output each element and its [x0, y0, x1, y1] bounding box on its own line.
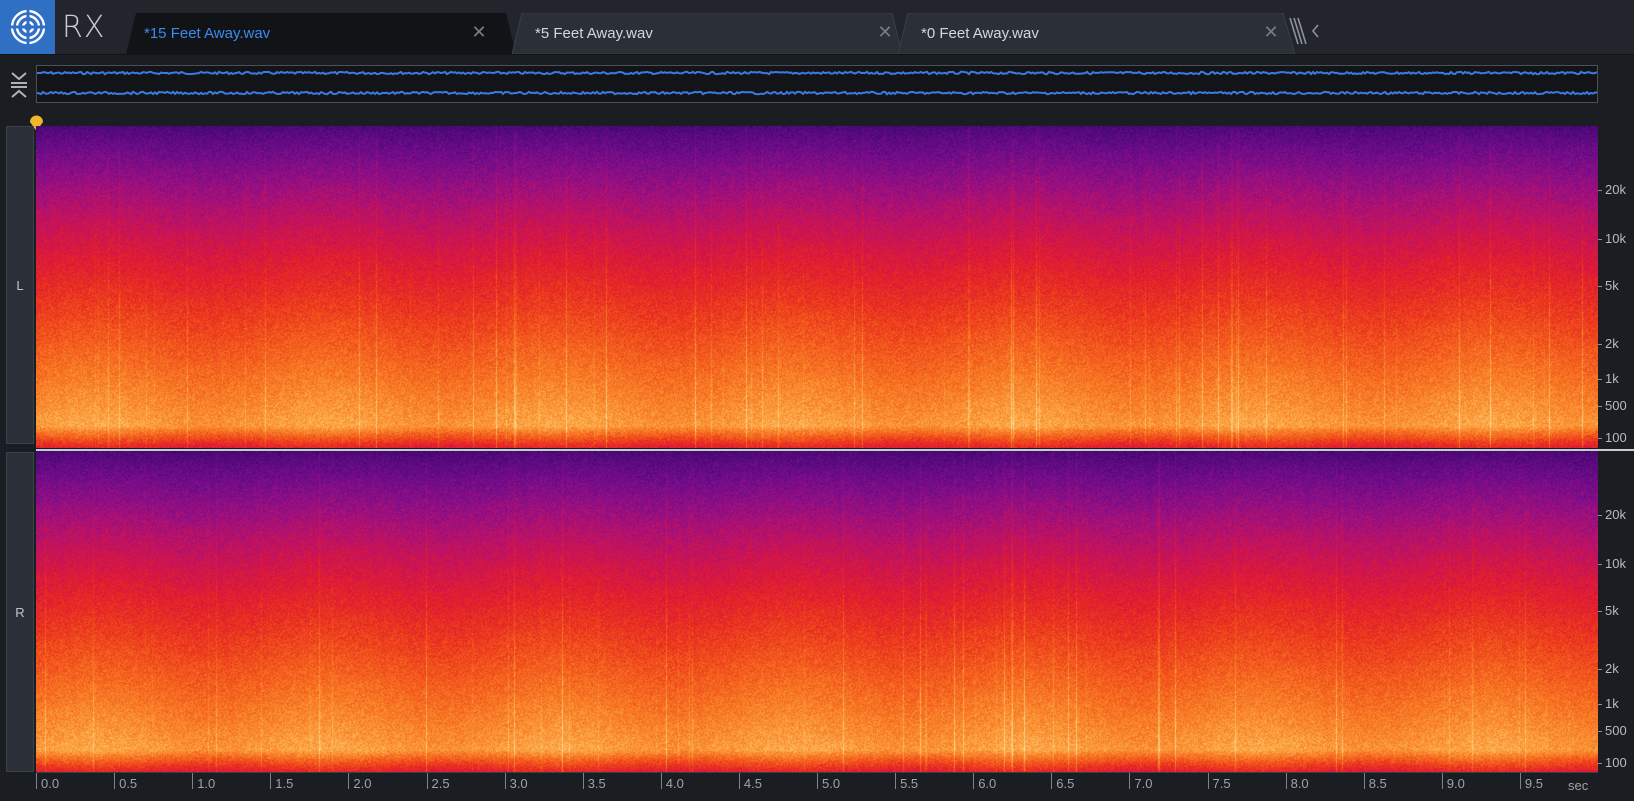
frequency-tick-mark: [1598, 379, 1602, 380]
tab-0-feet-away[interactable]: *0 Feet Away.wav ✕: [898, 13, 1298, 54]
time-tick-label: 1.0: [192, 773, 215, 791]
time-tick-label: 2.0: [348, 773, 371, 791]
frequency-tick-mark: [1598, 611, 1602, 612]
time-tick-label: 2.5: [426, 773, 450, 791]
app-name: RX: [62, 10, 106, 45]
frequency-tick-label: 500: [1605, 398, 1627, 413]
close-icon[interactable]: ✕: [1260, 21, 1282, 43]
time-tick-label: 4.0: [660, 773, 684, 791]
frequency-tick-mark: [1598, 406, 1602, 407]
frequency-tick-mark: [1598, 344, 1602, 345]
frequency-tick-label: 1k: [1605, 696, 1619, 711]
spectrogram-canvas: [36, 451, 1598, 772]
time-tick-label: 5.5: [895, 773, 918, 791]
time-tick-label: 9.0: [1441, 773, 1465, 791]
frequency-tick-mark: [1598, 763, 1602, 764]
frequency-tick-mark: [1598, 286, 1602, 287]
frequency-tick-mark: [1598, 190, 1602, 191]
tab-label: *15 Feet Away.wav: [144, 25, 271, 42]
collapse-overview-icon[interactable]: [8, 68, 30, 102]
frequency-tick-label: 20k: [1605, 507, 1626, 522]
frequency-tick-label: 10k: [1605, 556, 1626, 571]
frequency-tick-mark: [1598, 669, 1602, 670]
time-tick-label: 7.5: [1207, 773, 1231, 791]
frequency-tick-mark: [1598, 438, 1602, 439]
tab-5-feet-away[interactable]: *5 Feet Away.wav ✕: [512, 13, 902, 54]
frequency-tick-label: 20k: [1605, 182, 1626, 197]
tab-15-feet-away[interactable]: *15 Feet Away.wav ✕: [126, 13, 516, 54]
time-ruler[interactable]: 0.0 0.5 1.0 1.5 2.0 2.5 3.0 3.5 4.0 4.5 5.0 5.5 6.0 6…: [36, 772, 1598, 801]
frequency-tick-mark: [1598, 239, 1602, 240]
frequency-tick-label: 5k: [1605, 603, 1619, 618]
tab-label: *5 Feet Away.wav: [535, 25, 653, 42]
close-icon[interactable]: ✕: [468, 21, 490, 43]
frequency-tick-mark: [1598, 564, 1602, 565]
time-tick-label: 5.0: [817, 773, 840, 791]
channel-right-button[interactable]: R: [6, 452, 34, 772]
frequency-tick-label: 2k: [1605, 661, 1619, 676]
time-tick-label: 6.0: [973, 773, 996, 791]
time-tick-label: 3.0: [504, 773, 528, 791]
time-tick-label: 7.0: [1129, 773, 1152, 791]
frequency-tick-label: 100: [1605, 755, 1627, 770]
frequency-tick-mark: [1598, 731, 1602, 732]
time-tick-label: 1.5: [270, 773, 293, 791]
frequency-tick-label: 2k: [1605, 336, 1619, 351]
tab-label: *0 Feet Away.wav: [921, 25, 1039, 42]
frequency-tick-label: 10k: [1605, 231, 1626, 246]
time-tick-label: 8.5: [1363, 773, 1387, 791]
time-tick-label: 0.0: [36, 773, 59, 791]
time-tick-label: 3.5: [582, 773, 606, 791]
overview-waveform: [36, 70, 1598, 96]
spectrogram-canvas: [36, 126, 1598, 448]
waveform-overview[interactable]: [36, 65, 1598, 103]
spectrogram-right[interactable]: [36, 451, 1598, 772]
channel-left-button[interactable]: L: [6, 126, 34, 444]
time-tick-label: 6.5: [1051, 773, 1074, 791]
time-tick-label: 4.5: [738, 773, 762, 791]
spectrogram-left[interactable]: [36, 126, 1598, 448]
title-bar: RX *15 Feet Away.wav ✕ *5 Feet Away.wav …: [0, 0, 1634, 55]
time-tick-label: 8.0: [1285, 773, 1309, 791]
frequency-tick-label: 5k: [1605, 278, 1619, 293]
frequency-tick-label: 100: [1605, 430, 1627, 445]
izotope-logo-icon[interactable]: [0, 0, 55, 54]
time-tick-label: 9.5: [1519, 773, 1543, 791]
time-unit-label: sec: [1568, 778, 1589, 793]
tab-overflow-icon[interactable]: [1288, 16, 1328, 46]
frequency-tick-mark: [1598, 704, 1602, 705]
frequency-tick-mark: [1598, 515, 1602, 516]
close-icon[interactable]: ✕: [874, 21, 896, 43]
channel-label: R: [15, 604, 25, 620]
frequency-tick-label: 500: [1605, 723, 1627, 738]
time-tick-label: 0.5: [114, 773, 137, 791]
frequency-tick-label: 1k: [1605, 371, 1619, 386]
channel-label: L: [16, 277, 24, 293]
